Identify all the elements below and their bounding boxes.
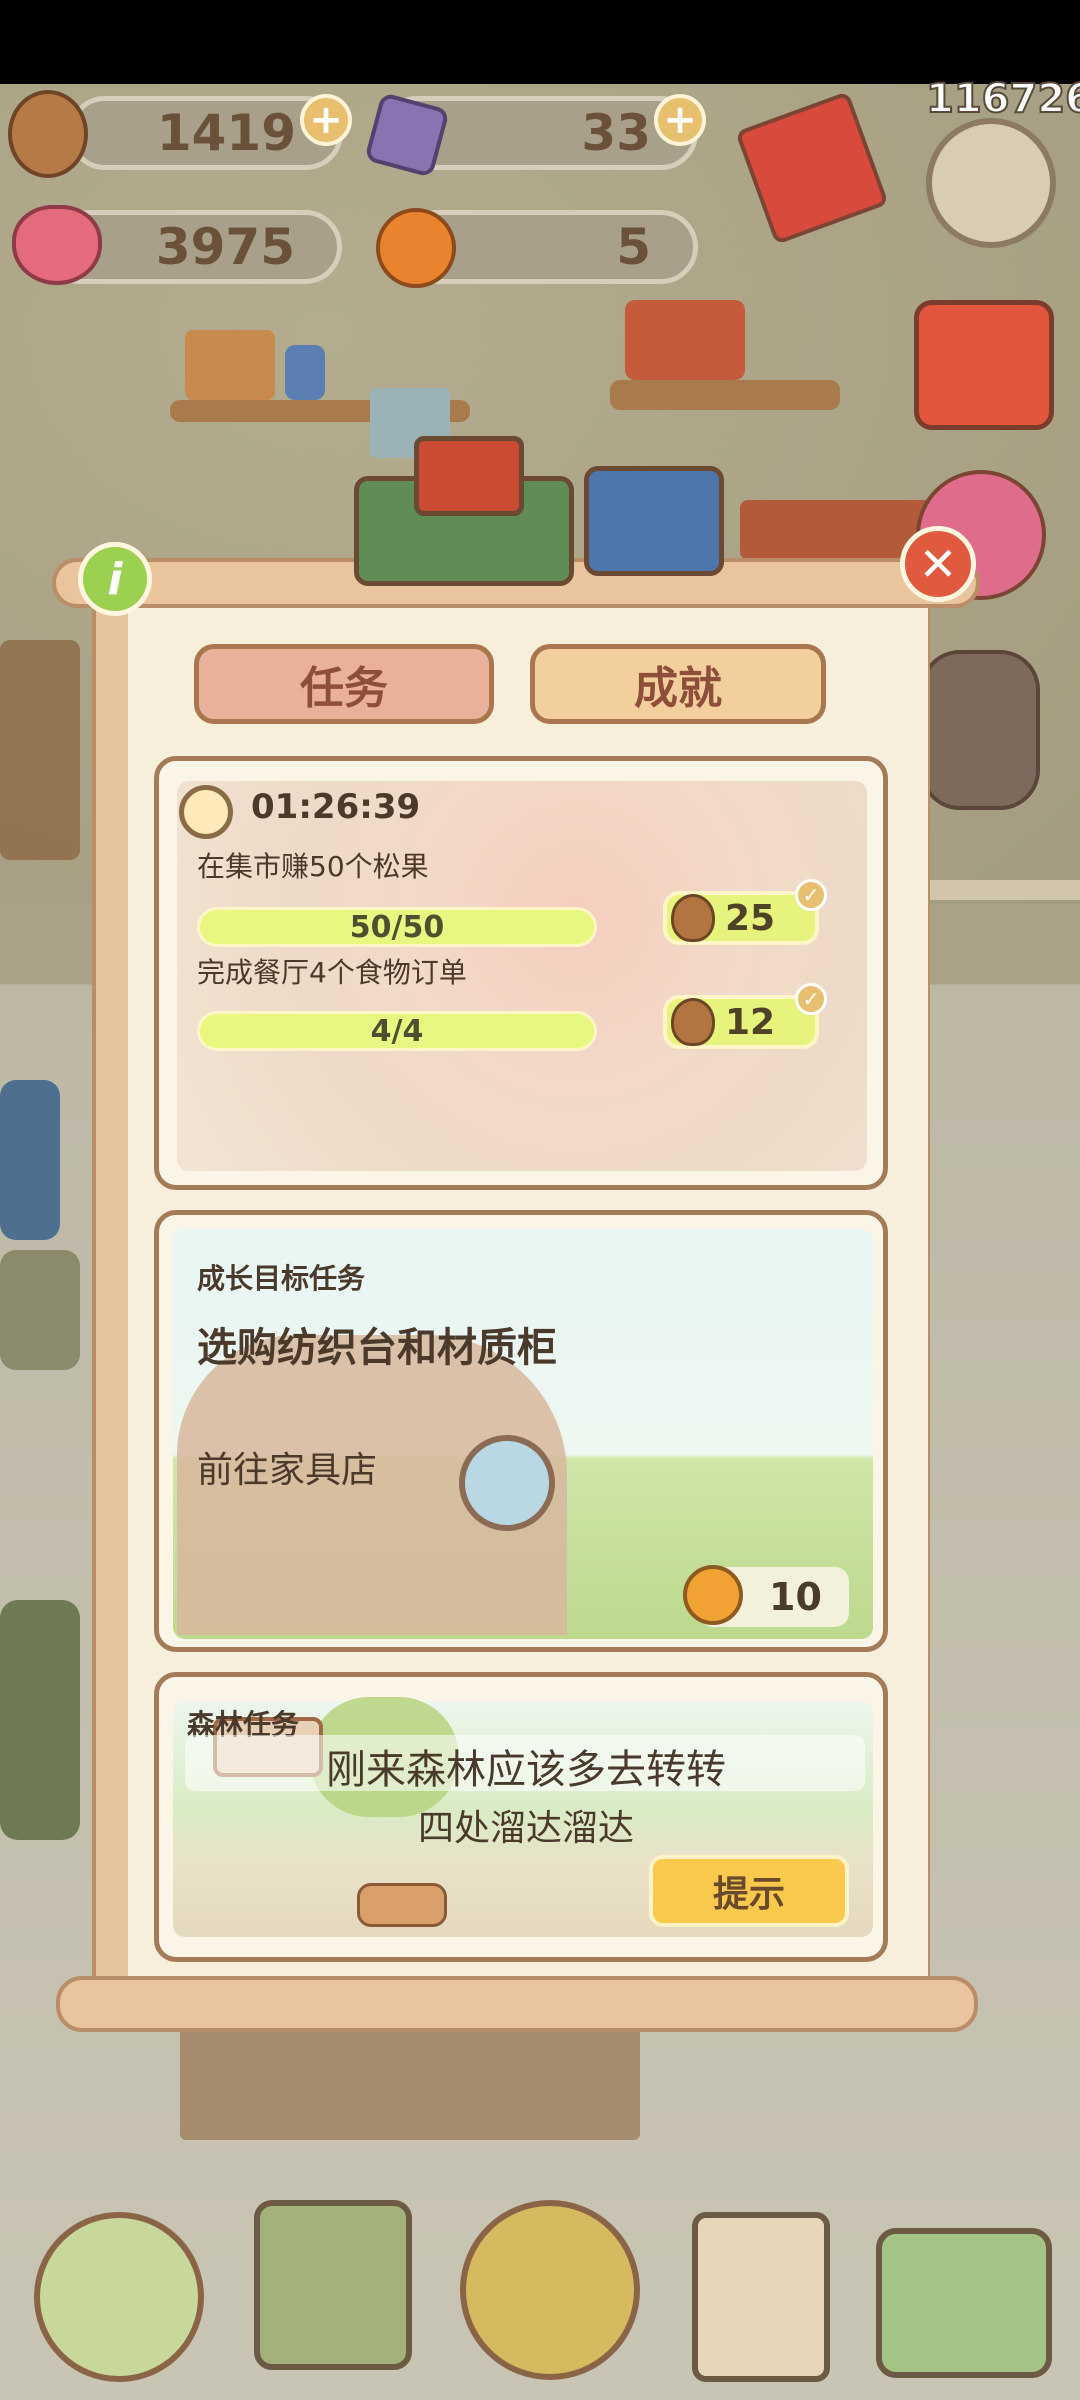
toy-train-illustration xyxy=(354,436,734,606)
orange-count: 5 xyxy=(616,218,651,276)
check-icon: ✓ xyxy=(795,983,827,1015)
doormat xyxy=(180,2020,640,2140)
gear-icon[interactable] xyxy=(926,118,1056,248)
growth-task-card: 成长目标任务 选购纺织台和材质柜 前往家具店 10 xyxy=(154,1210,888,1652)
check-icon: ✓ xyxy=(795,879,827,911)
daily-task-2-label: 完成餐厅4个食物订单 xyxy=(197,956,467,989)
left-plant xyxy=(0,640,80,860)
forest-line1: 刚来森林应该多去转转 xyxy=(326,1747,726,1793)
info-button[interactable]: i xyxy=(78,542,152,616)
tab-tasks-label: 任务 xyxy=(300,663,388,714)
left-kettle xyxy=(0,1080,60,1240)
growth-reward-amount: 10 xyxy=(769,1575,822,1619)
nav-friends-button[interactable] xyxy=(460,2200,640,2380)
shelf-bottles xyxy=(185,330,275,400)
heart-count: 3975 xyxy=(155,218,295,276)
acorn-icon xyxy=(8,90,88,178)
nav-home-button[interactable] xyxy=(34,2212,204,2382)
left-basket xyxy=(0,1250,80,1370)
hint-button-label: 提示 xyxy=(712,1874,785,1915)
close-button[interactable]: ✕ xyxy=(900,526,976,602)
daily-task-card: 01:26:39 在集市赚50个松果 50/50 25 ✓ 完成餐厅4个食物订单… xyxy=(154,756,888,1190)
id-text: 116726 xyxy=(925,75,1080,123)
sloth-gift-icon[interactable] xyxy=(920,650,1040,810)
tv-event-icon[interactable] xyxy=(914,300,1054,430)
daily-task-2-progress-bar: 4/4 xyxy=(197,1011,597,1051)
shelf-jars xyxy=(625,300,745,380)
daily-task-1-label: 在集市赚50个松果 xyxy=(197,850,429,883)
growth-heading: 成长目标任务 xyxy=(197,1262,366,1295)
daily-task-1-progress-text: 50/50 xyxy=(349,909,445,945)
nav-map-button[interactable] xyxy=(876,2228,1052,2378)
add-acorns-button[interactable]: + xyxy=(300,94,352,146)
heart-icon xyxy=(12,205,102,285)
hint-button[interactable]: 提示 xyxy=(649,1855,849,1927)
nav-mail-button[interactable] xyxy=(254,2200,412,2370)
clock-icon xyxy=(179,785,233,839)
daily-task-2-progress-text: 4/4 xyxy=(370,1013,424,1049)
left-pot xyxy=(0,1600,80,1840)
nav-orders-button[interactable] xyxy=(692,2212,830,2382)
tab-achievements-label: 成就 xyxy=(634,663,722,714)
acorn-count: 1419 xyxy=(156,104,296,162)
gem-count: 33 xyxy=(581,104,651,162)
tab-tasks[interactable]: 任务 xyxy=(194,644,494,724)
right-room-floor xyxy=(930,880,1080,900)
daily-task-1-reward-amount: 25 xyxy=(725,897,776,939)
forest-task-card: 森林任务 刚来森林应该多去转转 四处溜达溜达 提示 xyxy=(154,1672,888,1962)
scroll-rod-bottom xyxy=(56,1976,978,2032)
growth-title: 选购纺织台和材质柜 xyxy=(197,1325,557,1371)
bell-icon xyxy=(683,1565,743,1625)
stump-illustration xyxy=(357,1883,447,1927)
acorn-icon xyxy=(671,998,715,1046)
shelf-plant xyxy=(285,345,325,400)
house-window xyxy=(459,1435,555,1531)
shelf-right xyxy=(610,380,840,410)
acorn-icon xyxy=(671,894,715,942)
daily-timer: 01:26:39 xyxy=(251,787,421,827)
orange-icon xyxy=(376,208,456,288)
tab-achievements[interactable]: 成就 xyxy=(530,644,826,724)
growth-subtitle: 前往家具店 xyxy=(197,1450,378,1491)
daily-task-1-progress-bar: 50/50 xyxy=(197,907,597,947)
forest-line2: 四处溜达溜达 xyxy=(417,1808,634,1849)
status-bar xyxy=(0,0,1080,84)
acorn-counter: 1419 xyxy=(68,96,343,170)
daily-task-2-reward-amount: 12 xyxy=(725,1001,776,1043)
add-gems-button[interactable]: + xyxy=(654,94,706,146)
